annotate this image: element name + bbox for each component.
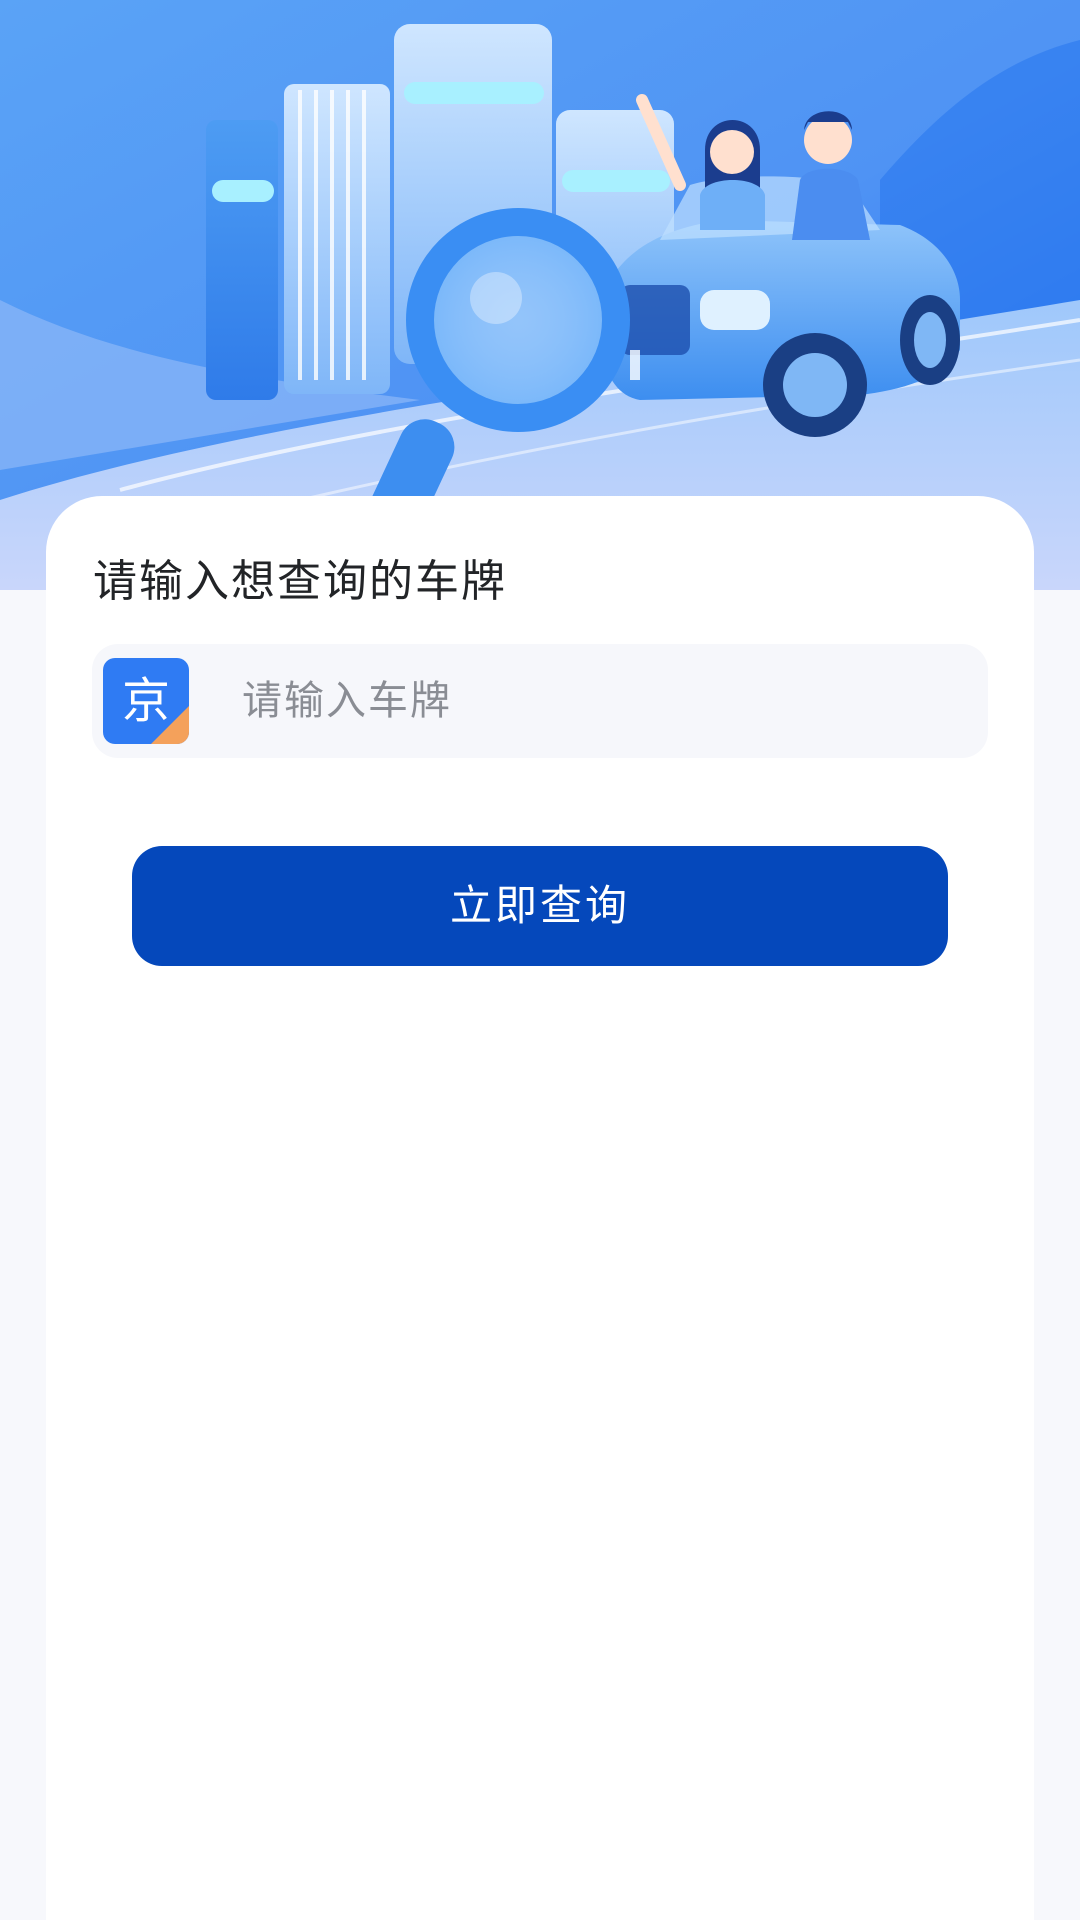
plate-input-row: 京	[92, 644, 988, 758]
page: 请输入想查询的车牌 京 立即查询	[0, 0, 1080, 1920]
plate-number-input[interactable]	[242, 666, 962, 736]
card-title: 请输入想查询的车牌	[93, 556, 507, 607]
query-card: 请输入想查询的车牌 京 立即查询	[46, 496, 1034, 1920]
province-label: 京	[121, 673, 170, 729]
query-now-button[interactable]: 立即查询	[132, 846, 948, 966]
province-selector[interactable]: 京	[103, 658, 189, 744]
